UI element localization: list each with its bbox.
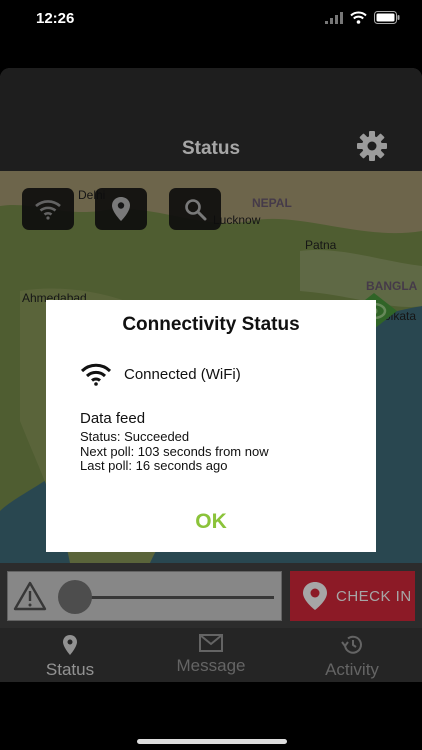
battery-icon <box>374 11 400 24</box>
dialog-title: Connectivity Status <box>122 314 300 335</box>
status-icons <box>325 11 400 24</box>
connectivity-status-dialog: Connectivity Status Connected (WiFi) Dat… <box>46 300 376 552</box>
feed-status-line: Status: Succeeded <box>80 429 190 444</box>
feed-next-poll-line: Next poll: 103 seconds from now <box>80 443 269 459</box>
connection-row: Connected (WiFi) <box>80 362 241 386</box>
connection-status-text: Connected (WiFi) <box>124 365 241 383</box>
home-indicator[interactable] <box>137 739 287 744</box>
wifi-status-icon <box>350 11 367 24</box>
data-feed-heading: Data feed <box>80 410 146 427</box>
feed-last-poll-line: Last poll: 16 seconds ago <box>80 458 228 473</box>
ok-button[interactable]: OK <box>46 510 376 534</box>
status-bar: 12:26 <box>0 0 422 40</box>
status-time: 12:26 <box>36 10 75 27</box>
data-feed-details: Status: Succeeded Next poll: 103 seconds… <box>80 429 269 474</box>
cellular-signal-icon <box>325 11 343 24</box>
wifi-icon <box>80 363 112 386</box>
